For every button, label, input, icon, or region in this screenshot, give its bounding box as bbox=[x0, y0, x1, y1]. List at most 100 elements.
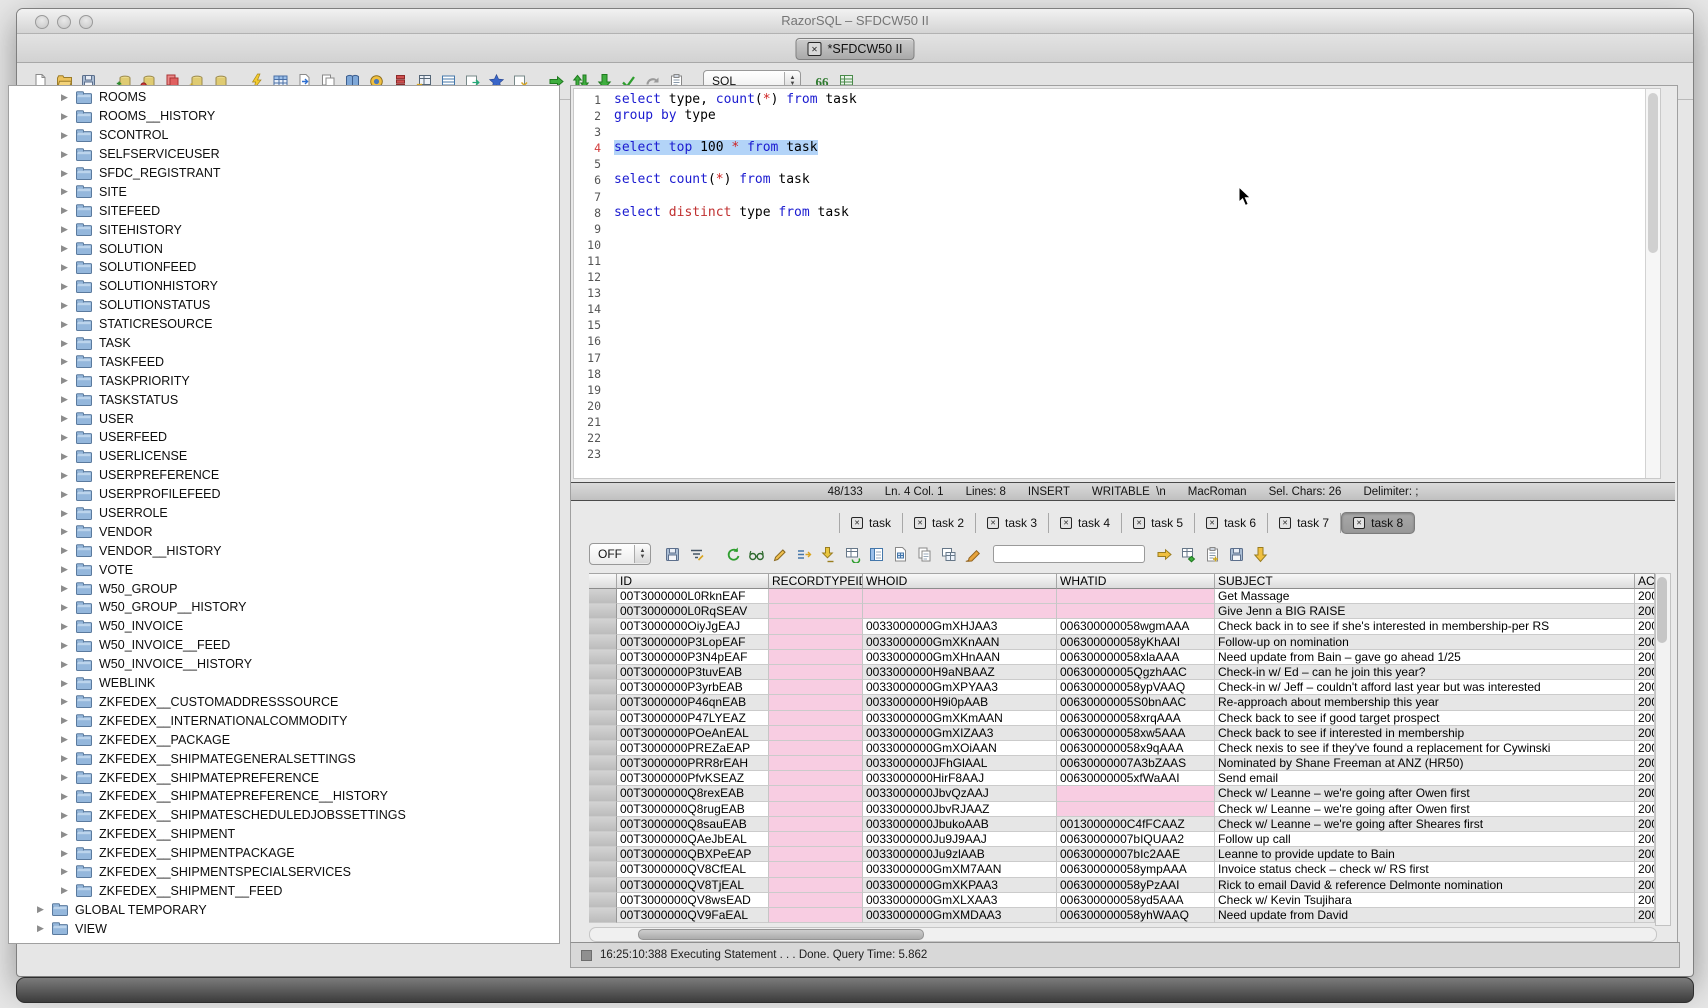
grid-cell[interactable]: 200 bbox=[1635, 847, 1655, 862]
grid-cell[interactable]: 0033000000GmXHJAA3 bbox=[863, 619, 1057, 634]
disclosure-triangle-icon[interactable]: ▶ bbox=[61, 243, 76, 254]
disclosure-triangle-icon[interactable]: ▶ bbox=[61, 356, 76, 367]
grid-cell[interactable]: 00T3000000PREZaEAP bbox=[617, 741, 769, 756]
row-number-cell[interactable] bbox=[589, 802, 617, 817]
code-line[interactable] bbox=[614, 414, 1645, 430]
disclosure-triangle-icon[interactable]: ▶ bbox=[61, 92, 76, 103]
row-number-cell[interactable] bbox=[589, 893, 617, 908]
grid-cell[interactable]: 00T3000000QAeJbEAL bbox=[617, 832, 769, 847]
refresh-results-icon[interactable] bbox=[723, 545, 742, 564]
code-line[interactable] bbox=[614, 366, 1645, 382]
tree-item[interactable]: ▶VENDOR bbox=[9, 522, 559, 541]
tab-close-icon[interactable]: ✕ bbox=[1353, 517, 1365, 529]
grid-cell[interactable]: Need update from David bbox=[1215, 908, 1635, 923]
grid-cell[interactable]: Rick to email David & reference Delmonte… bbox=[1215, 878, 1635, 893]
grid-cell[interactable]: 006300000058wgmAAA bbox=[1057, 619, 1215, 634]
grid-cell[interactable]: 00630000007bIc2AAE bbox=[1057, 847, 1215, 862]
code-line[interactable] bbox=[614, 382, 1645, 398]
row-number-cell[interactable] bbox=[589, 711, 617, 726]
tab-close-icon[interactable]: ✕ bbox=[851, 517, 863, 529]
row-number-cell[interactable] bbox=[589, 756, 617, 771]
grid-cell[interactable] bbox=[769, 711, 863, 726]
grid-cell[interactable]: 006300000058yhWAAQ bbox=[1057, 908, 1215, 923]
grid-cell[interactable]: Check back to see if interested in membe… bbox=[1215, 726, 1635, 741]
grid-cell[interactable]: Check-in w/ Jeff – couldn't afford last … bbox=[1215, 680, 1635, 695]
code-line[interactable] bbox=[614, 124, 1645, 140]
grid-vertical-scrollbar[interactable] bbox=[1655, 573, 1671, 926]
code-line[interactable] bbox=[614, 430, 1645, 446]
grid-cell[interactable] bbox=[769, 635, 863, 650]
grid-cell[interactable] bbox=[863, 589, 1057, 604]
grid-cell[interactable]: 0033000000JFhGlAAL bbox=[863, 756, 1057, 771]
sql-editor[interactable]: 1234567891011121314151617181920212223 se… bbox=[573, 88, 1661, 479]
grid-cell[interactable]: 00T3000000QV9FaEAL bbox=[617, 908, 769, 923]
tree-item[interactable]: ▶ZKFEDEX__SHIPMENT bbox=[9, 825, 559, 844]
grid-cell[interactable]: Nominated by Shane Freeman at ANZ (HR50) bbox=[1215, 756, 1635, 771]
grid-cell[interactable] bbox=[769, 680, 863, 695]
grid-cell[interactable]: 00T3000000QV8CfEAL bbox=[617, 862, 769, 877]
grid-hscrollbar-thumb[interactable] bbox=[638, 929, 924, 940]
disclosure-triangle-icon[interactable]: ▶ bbox=[61, 696, 76, 707]
grid-cell[interactable]: 00T3000000P46qnEAB bbox=[617, 695, 769, 710]
grid-cell[interactable]: 200 bbox=[1635, 619, 1655, 634]
result-tab-task-3[interactable]: ✕task 3 bbox=[976, 513, 1049, 533]
disclosure-triangle-icon[interactable]: ▶ bbox=[61, 866, 76, 877]
tree-item[interactable]: ▶USERPROFILEFEED bbox=[9, 485, 559, 504]
tree-item[interactable]: ▶TASKFEED bbox=[9, 352, 559, 371]
script-page-icon[interactable] bbox=[891, 545, 910, 564]
grid-cell[interactable]: 200 bbox=[1635, 726, 1655, 741]
code-line[interactable] bbox=[614, 156, 1645, 172]
import-into-table-icon[interactable] bbox=[1179, 545, 1198, 564]
save-grid-icon[interactable] bbox=[1227, 545, 1246, 564]
grid-cell[interactable]: 200 bbox=[1635, 604, 1655, 619]
tree-item[interactable]: ▶SOLUTIONHISTORY bbox=[9, 277, 559, 296]
grid-cell[interactable]: 200 bbox=[1635, 878, 1655, 893]
grid-cell[interactable]: 0033000000GmXIZAA3 bbox=[863, 726, 1057, 741]
grid-cell[interactable]: 00T3000000L0RknEAF bbox=[617, 589, 769, 604]
grid-cell[interactable]: 200 bbox=[1635, 711, 1655, 726]
grid-cell[interactable]: 0033000000JbvQzAAJ bbox=[863, 786, 1057, 801]
tree-item[interactable]: ▶ZKFEDEX__SHIPMATEPREFERENCE__HISTORY bbox=[9, 787, 559, 806]
disclosure-triangle-icon[interactable]: ▶ bbox=[61, 715, 76, 726]
tree-item[interactable]: ▶TASKPRIORITY bbox=[9, 371, 559, 390]
grid-cell[interactable]: Check w/ Kevin Tsujihara bbox=[1215, 893, 1635, 908]
document-tab[interactable]: ✕ *SFDCW50 II bbox=[795, 38, 914, 60]
grid-cell[interactable] bbox=[769, 619, 863, 634]
grid-cell[interactable] bbox=[769, 665, 863, 680]
row-number-cell[interactable] bbox=[589, 741, 617, 756]
disclosure-triangle-icon[interactable]: ▶ bbox=[61, 168, 76, 179]
grid-cell[interactable] bbox=[769, 862, 863, 877]
grid-cell[interactable]: 00T3000000QV8wsEAD bbox=[617, 893, 769, 908]
result-tab-task-5[interactable]: ✕task 5 bbox=[1122, 513, 1195, 533]
code-line[interactable] bbox=[614, 333, 1645, 349]
disclosure-triangle-icon[interactable]: ▶ bbox=[61, 451, 76, 462]
grid-cell[interactable]: 0033000000GmXM7AAN bbox=[863, 862, 1057, 877]
code-line[interactable] bbox=[614, 269, 1645, 285]
grid-cell[interactable]: 200 bbox=[1635, 635, 1655, 650]
code-line[interactable]: select type, count(*) from task bbox=[614, 92, 1645, 108]
tree-item[interactable]: ▶ZKFEDEX__SHIPMATEPREFERENCE bbox=[9, 768, 559, 787]
tree-item[interactable]: ▶ZKFEDEX__CUSTOMADDRESSSOURCE bbox=[9, 693, 559, 712]
disclosure-triangle-icon[interactable]: ▶ bbox=[61, 791, 76, 802]
tree-item[interactable]: ▶USERPREFERENCE bbox=[9, 466, 559, 485]
grid-cell[interactable]: 200 bbox=[1635, 786, 1655, 801]
disclosure-triangle-icon[interactable]: ▶ bbox=[61, 262, 76, 273]
tree-item[interactable]: ▶W50_INVOICE bbox=[9, 617, 559, 636]
grid-cell[interactable]: 0013000000C4fFCAAZ bbox=[1057, 817, 1215, 832]
grid-cell[interactable] bbox=[1057, 604, 1215, 619]
search-go-icon[interactable] bbox=[1155, 545, 1174, 564]
grid-cell[interactable]: 200 bbox=[1635, 817, 1655, 832]
disclosure-triangle-icon[interactable]: ▶ bbox=[37, 904, 52, 915]
disclosure-triangle-icon[interactable]: ▶ bbox=[61, 205, 76, 216]
tree-item[interactable]: ▶SCONTROL bbox=[9, 126, 559, 145]
tree-item[interactable]: ▶VENDOR__HISTORY bbox=[9, 541, 559, 560]
disclosure-triangle-icon[interactable]: ▶ bbox=[61, 111, 76, 122]
column-header-subject[interactable]: SUBJECT bbox=[1215, 573, 1635, 589]
tab-close-icon[interactable]: ✕ bbox=[1060, 517, 1072, 529]
tree-item[interactable]: ▶ZKFEDEX__SHIPMENTPACKAGE bbox=[9, 844, 559, 863]
row-number-cell[interactable] bbox=[589, 650, 617, 665]
tab-close-icon[interactable]: ✕ bbox=[987, 517, 999, 529]
row-number-cell[interactable] bbox=[589, 680, 617, 695]
grid-cell[interactable]: Invoice status check – check w/ RS first bbox=[1215, 862, 1635, 877]
tab-close-icon[interactable]: ✕ bbox=[914, 517, 926, 529]
